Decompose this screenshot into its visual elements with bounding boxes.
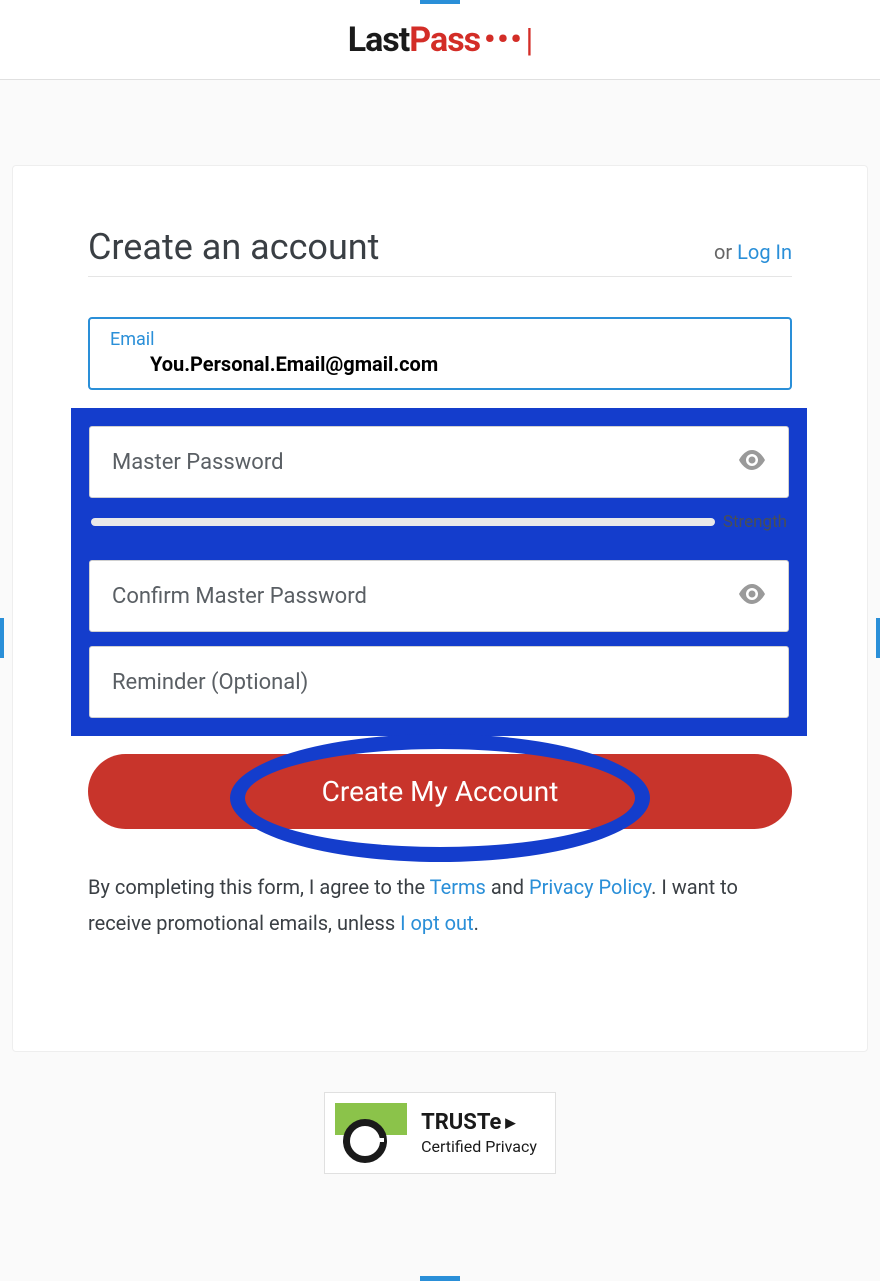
reminder-input[interactable] (112, 670, 766, 695)
agreement-part4: . (474, 911, 479, 935)
app-header: LastPass •••| (0, 0, 880, 80)
email-label: Email (110, 329, 770, 350)
truste-badge[interactable]: TRUSTe ▶ Certified Privacy (324, 1092, 556, 1174)
crop-marker-left (0, 618, 4, 658)
privacy-policy-link[interactable]: Privacy Policy (529, 875, 651, 899)
agreement-text: By completing this form, I agree to the … (88, 869, 792, 941)
logo-part-pass: Pass (409, 20, 480, 60)
crop-marker-top (420, 0, 460, 4)
crop-marker-bottom (420, 1276, 460, 1281)
confirm-password-field[interactable] (89, 560, 789, 632)
logo-part-last: Last (348, 20, 410, 60)
email-field-container[interactable]: Email (88, 317, 792, 390)
terms-link[interactable]: Terms (430, 875, 486, 899)
or-text: or (714, 240, 737, 264)
or-login-text: or Log In (714, 240, 792, 264)
agreement-part1: By completing this form, I agree to the (88, 875, 430, 899)
strength-label: Strength (723, 512, 787, 532)
master-password-field[interactable] (89, 426, 789, 498)
truste-subtitle: Certified Privacy (421, 1137, 537, 1156)
reminder-field[interactable] (89, 646, 789, 718)
create-account-button[interactable]: Create My Account (88, 754, 792, 829)
card-header: Create an account or Log In (88, 226, 792, 277)
play-icon: ▶ (505, 1116, 515, 1132)
crop-marker-right (876, 618, 880, 658)
footer: TRUSTe ▶ Certified Privacy (12, 1092, 868, 1174)
eye-icon[interactable] (738, 450, 766, 474)
opt-out-link[interactable]: I opt out (400, 911, 474, 935)
eye-icon[interactable] (738, 584, 766, 608)
confirm-password-input[interactable] (112, 584, 728, 609)
submit-button-wrap: Create My Account (88, 754, 792, 829)
truste-brand: TRUSTe (421, 1110, 501, 1136)
master-password-input[interactable] (112, 450, 728, 475)
logo-cursor-icon: | (525, 21, 532, 59)
email-input[interactable] (150, 352, 770, 376)
strength-row: Strength (89, 512, 789, 532)
lastpass-logo: LastPass •••| (348, 20, 533, 60)
truste-text: TRUSTe ▶ Certified Privacy (421, 1110, 537, 1156)
agreement-part2: and (486, 875, 529, 899)
logo-dots-icon: ••• (484, 22, 523, 57)
annotation-highlight-box: Strength (71, 408, 807, 736)
page-title: Create an account (88, 226, 379, 268)
login-link[interactable]: Log In (737, 240, 792, 264)
signup-card: Create an account or Log In Email (12, 165, 868, 1052)
truste-icon (335, 1103, 407, 1163)
strength-bar (91, 518, 715, 526)
